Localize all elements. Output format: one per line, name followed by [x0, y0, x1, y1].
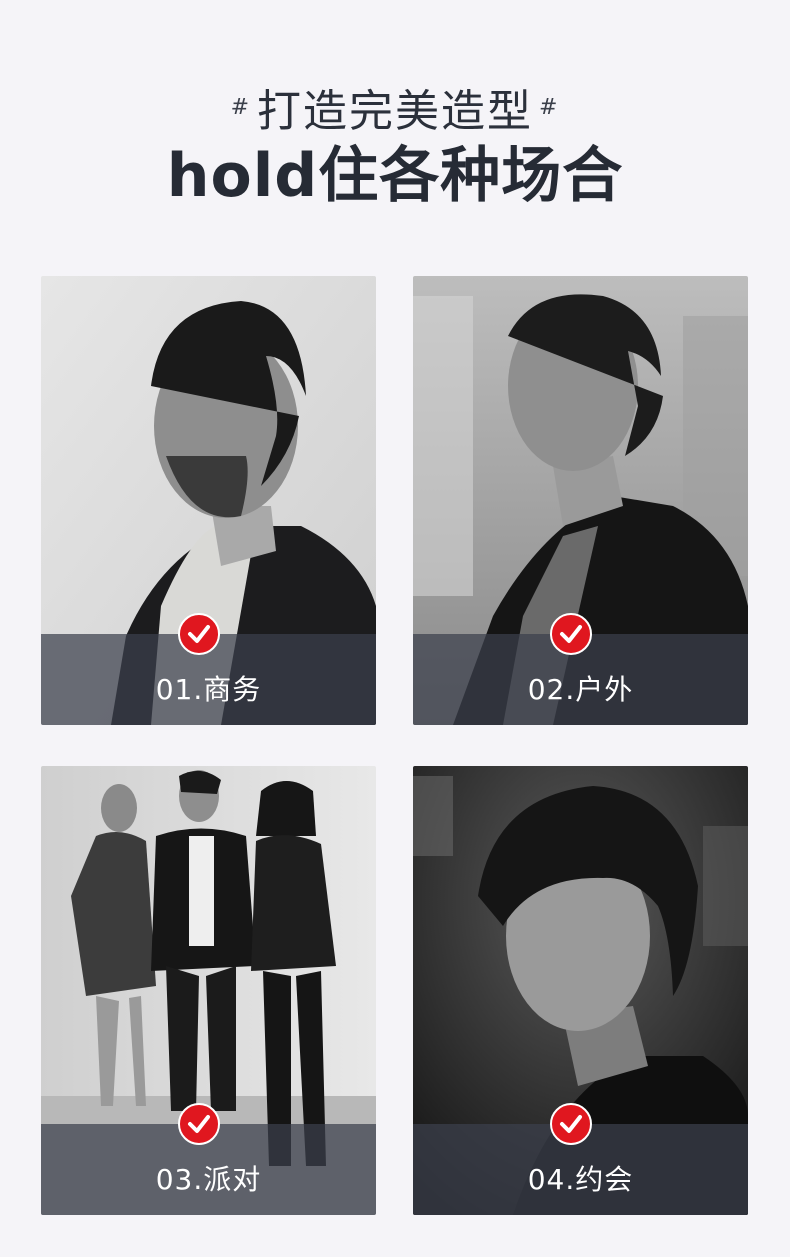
card-date[interactable]: 04.约会: [413, 766, 748, 1215]
card-party[interactable]: 03.派对: [41, 766, 376, 1215]
hash-left: #: [230, 95, 251, 120]
subtitle: # 打造完美造型 #: [0, 78, 790, 142]
header: # 打造完美造型 # hold住各种场合: [0, 0, 790, 260]
subtitle-text: 打造完美造型: [257, 86, 533, 137]
check-icon: [550, 1103, 592, 1145]
card-caption: 04.约会: [527, 1163, 634, 1196]
check-icon: [178, 613, 220, 655]
card-caption: 01.商务: [155, 673, 262, 706]
card-caption: 02.户外: [527, 673, 634, 706]
card-outdoor[interactable]: 02.户外: [413, 276, 748, 725]
hash-right: #: [539, 95, 560, 120]
check-icon: [550, 613, 592, 655]
card-business[interactable]: 01.商务: [41, 276, 376, 725]
check-icon: [178, 1103, 220, 1145]
page-title: hold住各种场合: [166, 141, 624, 211]
card-caption: 03.派对: [155, 1163, 262, 1196]
